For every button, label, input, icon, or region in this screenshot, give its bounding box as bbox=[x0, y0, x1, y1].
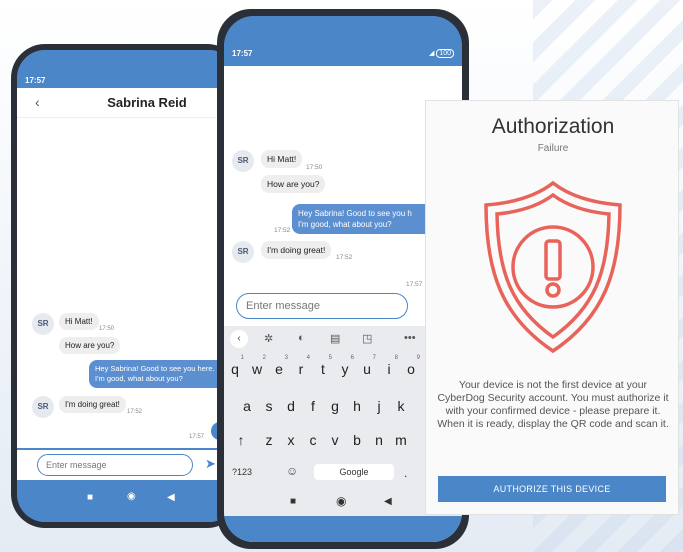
message-bubble-incoming: Hi Matt! bbox=[59, 313, 99, 330]
status-time: 17:57 bbox=[25, 76, 46, 85]
battery-icon: ◢ 100 bbox=[429, 49, 454, 58]
key[interactable]: c bbox=[304, 432, 322, 448]
phone-left-screen: 17:57 ◢▮ ‹ Sabrina Reid SR Hi Matt! 17:5… bbox=[17, 50, 237, 522]
chat-view: ‹ Sabrina Reid SR Hi Matt! 17:50 How are… bbox=[17, 88, 237, 448]
back-icon[interactable]: ◀ bbox=[384, 496, 392, 507]
contact-name: Sabrina Reid bbox=[107, 95, 187, 110]
status-bar: 17:57 ◢ 100 bbox=[224, 16, 462, 66]
navigation-bar: ■ ◉ ◀ bbox=[17, 480, 237, 522]
message-bubble-incoming: I'm doing great! bbox=[59, 396, 126, 413]
message-time: 17:52 bbox=[127, 409, 143, 415]
message-bubble-incoming: How are you? bbox=[261, 175, 326, 193]
keyboard-icon[interactable]: ▤ bbox=[330, 332, 340, 345]
key[interactable]: o9 bbox=[402, 355, 420, 377]
shield-warning-icon bbox=[484, 180, 622, 354]
key[interactable]: w2 bbox=[248, 355, 266, 377]
authorize-device-button[interactable]: AUTHORIZE THIS DEVICE bbox=[438, 476, 666, 502]
key[interactable]: d bbox=[282, 398, 300, 414]
back-arrow-icon[interactable]: ‹ bbox=[35, 94, 40, 110]
symbols-key[interactable]: ?123 bbox=[232, 467, 252, 477]
bottom-panel bbox=[224, 516, 462, 542]
spacebar[interactable]: Google bbox=[314, 464, 394, 480]
key[interactable]: i8 bbox=[380, 355, 398, 377]
message-time: 17:50 bbox=[99, 326, 115, 332]
status-time: 17:57 bbox=[232, 49, 253, 58]
palette-icon[interactable]: ◐ bbox=[298, 332, 305, 344]
message-input[interactable]: Enter message bbox=[236, 293, 408, 319]
key[interactable]: b bbox=[348, 432, 366, 448]
message-bubble-incoming: How are you? bbox=[59, 337, 121, 354]
auth-title: Authorization bbox=[491, 115, 615, 138]
gear-icon[interactable]: ✲ bbox=[264, 332, 273, 345]
key[interactable]: f bbox=[304, 398, 322, 414]
key[interactable]: r4 bbox=[292, 355, 310, 377]
recent-apps-icon[interactable]: ■ bbox=[87, 492, 93, 503]
key[interactable]: u7 bbox=[358, 355, 376, 377]
key[interactable]: v bbox=[326, 432, 344, 448]
home-icon[interactable]: ◉ bbox=[336, 494, 346, 508]
message-time: 17:52 bbox=[336, 254, 353, 261]
emoji-icon[interactable]: ☺ bbox=[286, 464, 298, 478]
avatar: SR bbox=[232, 150, 254, 172]
key[interactable]: y6 bbox=[336, 355, 355, 377]
message-bubble-incoming: Hi Matt! bbox=[261, 150, 303, 168]
message-bubble-outgoing: Hey Sabrina! Good to see you here. I'm g… bbox=[89, 360, 235, 388]
key[interactable]: j bbox=[370, 398, 388, 414]
home-icon[interactable]: ◉ bbox=[127, 491, 136, 502]
avatar: SR bbox=[32, 396, 54, 418]
key[interactable]: k bbox=[392, 398, 410, 414]
phone-left: 17:57 ◢▮ ‹ Sabrina Reid SR Hi Matt! 17:5… bbox=[11, 44, 241, 528]
key[interactable]: g bbox=[326, 398, 344, 414]
key[interactable]: z bbox=[260, 432, 278, 448]
key[interactable]: a bbox=[238, 398, 256, 414]
key[interactable]: m bbox=[392, 432, 410, 448]
key[interactable]: n bbox=[370, 432, 388, 448]
key[interactable]: t5 bbox=[314, 355, 332, 377]
authorization-card: Authorization Failure Your device is not… bbox=[425, 100, 679, 515]
more-icon[interactable]: ••• bbox=[404, 332, 416, 344]
message-time: 17:50 bbox=[306, 164, 323, 171]
back-icon[interactable]: ◀ bbox=[167, 492, 175, 503]
status-bar: 17:57 ◢▮ bbox=[17, 50, 237, 88]
avatar: SR bbox=[32, 313, 54, 335]
key[interactable]: s bbox=[260, 398, 278, 414]
key[interactable]: x bbox=[282, 432, 300, 448]
chevron-left-icon[interactable]: ‹ bbox=[230, 330, 248, 348]
avatar: SR bbox=[232, 241, 254, 263]
resize-icon[interactable]: ◳ bbox=[362, 332, 372, 345]
key[interactable]: h bbox=[348, 398, 366, 414]
message-time: 17:57 bbox=[189, 434, 205, 440]
chat-header: ‹ Sabrina Reid bbox=[17, 88, 237, 118]
key[interactable]: e3 bbox=[270, 355, 288, 377]
message-input[interactable]: Enter message bbox=[37, 454, 193, 476]
period-key[interactable]: . bbox=[404, 466, 407, 480]
key[interactable]: q1 bbox=[226, 355, 244, 377]
message-bubble-incoming: I'm doing great! bbox=[261, 241, 332, 259]
message-time: 17:52 bbox=[274, 227, 291, 234]
send-icon[interactable]: ➤ bbox=[205, 456, 216, 472]
shift-key-icon[interactable]: ↑ bbox=[232, 432, 250, 448]
auth-message: Your device is not the first device at y… bbox=[437, 379, 669, 430]
recent-apps-icon[interactable]: ■ bbox=[290, 496, 296, 507]
auth-subtitle: Failure bbox=[537, 143, 569, 154]
message-input-bar: Enter message ➤ bbox=[17, 450, 237, 480]
